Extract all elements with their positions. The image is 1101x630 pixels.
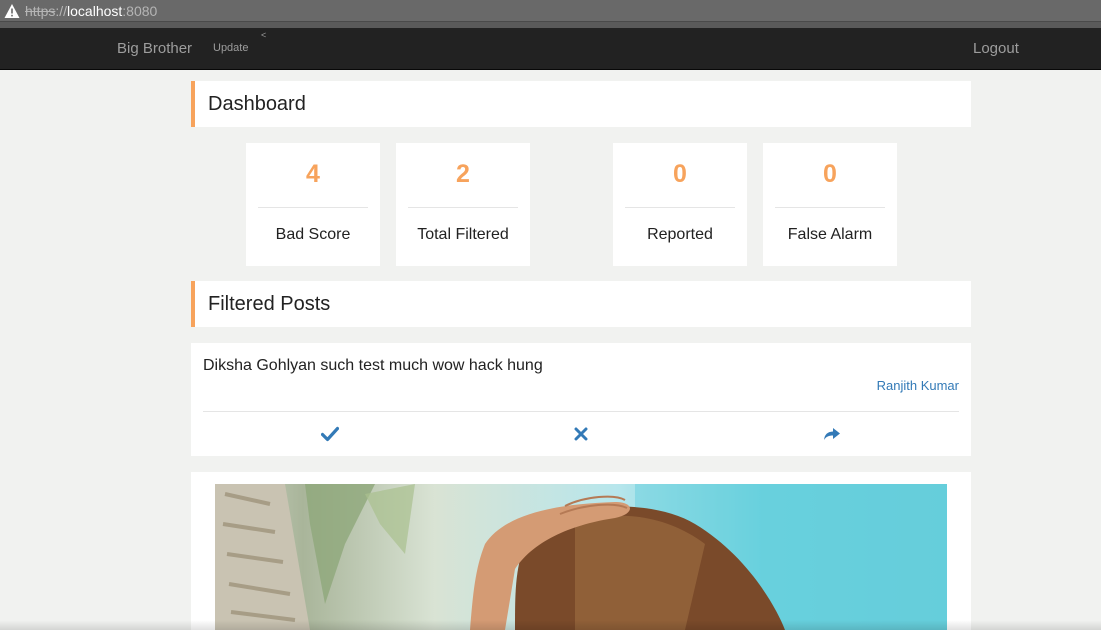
stat-value: 4 [306, 160, 320, 188]
stat-value: 2 [456, 160, 470, 188]
post-image-card [191, 472, 971, 630]
update-link[interactable]: Update [213, 42, 248, 54]
post-divider [203, 411, 959, 412]
close-icon [574, 427, 588, 446]
stat-card-bad-score: 4 Bad Score [246, 143, 380, 266]
stat-divider [408, 207, 518, 208]
post-author-link[interactable]: Ranjith Kumar [877, 378, 959, 393]
bottom-shadow [0, 620, 1101, 630]
stat-label: False Alarm [787, 226, 873, 243]
browser-url-bar[interactable]: https :// localhost :8080 [0, 0, 1101, 22]
url-host: localhost [67, 2, 123, 19]
stat-card-false-alarm: 0 False Alarm [763, 143, 897, 266]
warning-icon [4, 3, 20, 19]
share-icon [823, 427, 841, 446]
stat-value: 0 [823, 160, 837, 188]
stat-divider [258, 207, 368, 208]
filtered-posts-header: Filtered Posts [191, 281, 971, 327]
filtered-posts-title: Filtered Posts [208, 292, 331, 315]
check-icon [320, 426, 340, 447]
url-port: :8080 [122, 2, 158, 19]
stat-label: Bad Score [275, 226, 351, 243]
reject-button[interactable] [570, 427, 592, 445]
dashboard-title: Dashboard [208, 92, 306, 115]
logout-link[interactable]: Logout [973, 40, 1019, 57]
navbar: Big Brother Update < Logout [0, 28, 1101, 70]
nav-caret: < [261, 30, 267, 40]
stat-card-total-filtered: 2 Total Filtered [396, 143, 530, 266]
stat-value: 0 [673, 160, 687, 188]
post-card: Diksha Gohlyan such test much wow hack h… [191, 343, 971, 456]
stat-divider [775, 207, 885, 208]
post-text: Diksha Gohlyan such test much wow hack h… [203, 357, 543, 374]
approve-button[interactable] [319, 426, 341, 447]
stat-label: Reported [647, 226, 713, 243]
url-scheme: https [25, 2, 56, 19]
stat-divider [625, 207, 735, 208]
dashboard-header: Dashboard [191, 81, 971, 127]
brand-link[interactable]: Big Brother [117, 40, 192, 57]
stat-card-reported: 0 Reported [613, 143, 747, 266]
post-image [215, 484, 947, 630]
share-button[interactable] [821, 427, 843, 445]
stat-label: Total Filtered [417, 226, 509, 243]
url-separator: :// [55, 2, 68, 19]
